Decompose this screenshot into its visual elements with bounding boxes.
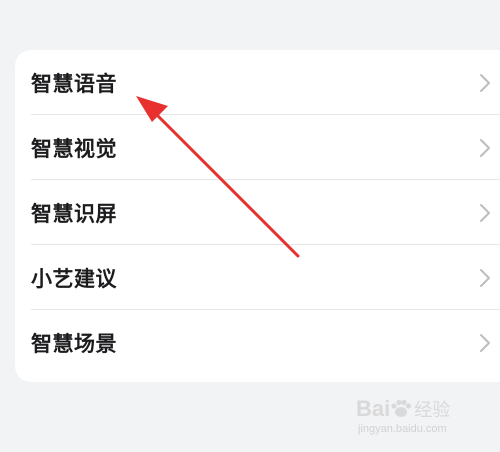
menu-item-smart-vision[interactable]: 智慧视觉 bbox=[15, 115, 500, 180]
menu-item-label: 智慧场景 bbox=[31, 331, 117, 356]
menu-item-label: 智慧语音 bbox=[31, 71, 117, 96]
menu-item-label: 智慧识屏 bbox=[31, 201, 117, 226]
watermark-brand-b: 经验 bbox=[414, 400, 451, 420]
paw-icon bbox=[391, 399, 412, 417]
watermark-domain: jingyan.baidu.com bbox=[358, 423, 447, 435]
chevron-right-icon bbox=[480, 203, 490, 222]
chevron-right-icon bbox=[480, 333, 490, 352]
menu-item-smart-screen-recognition[interactable]: 智慧识屏 bbox=[15, 180, 500, 245]
menu-item-smart-voice[interactable]: 智慧语音 bbox=[15, 50, 500, 115]
watermark-brand-a: Bai bbox=[356, 396, 391, 421]
baidu-jingyan-watermark: Bai 经验 jingyan.baidu.com bbox=[356, 396, 476, 438]
chevron-right-icon bbox=[480, 73, 490, 92]
smart-features-card: 智慧语音 智慧视觉 智慧识屏 小艺建议 智慧场景 bbox=[15, 50, 500, 382]
chevron-right-icon bbox=[480, 138, 490, 157]
menu-item-label: 智慧视觉 bbox=[31, 136, 117, 161]
menu-item-xiaoyi-suggestions[interactable]: 小艺建议 bbox=[15, 245, 500, 310]
watermark-logo: Bai 经验 bbox=[356, 396, 450, 422]
settings-page: 智慧语音 智慧视觉 智慧识屏 小艺建议 智慧场景 Bai 经验 jingyan.… bbox=[0, 0, 500, 452]
chevron-right-icon bbox=[480, 268, 490, 287]
menu-item-smart-scenes[interactable]: 智慧场景 bbox=[15, 310, 500, 375]
menu-item-label: 小艺建议 bbox=[31, 266, 117, 291]
